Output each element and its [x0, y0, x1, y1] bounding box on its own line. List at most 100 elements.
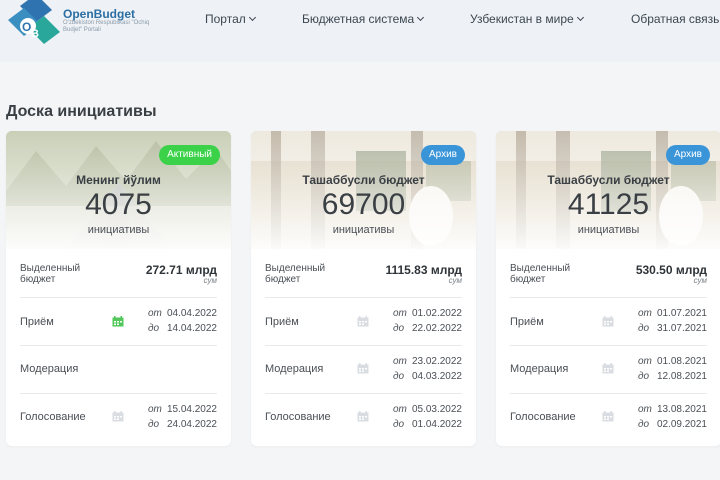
date-to-label: до	[393, 323, 405, 334]
divider	[20, 297, 217, 298]
nav-budget-system-label: Бюджетная система	[302, 12, 415, 26]
calendar-icon	[357, 411, 369, 422]
date-from-value: 23.02.2022	[411, 356, 462, 367]
svg-text:O: O	[22, 20, 31, 34]
card-name: Ташаббусли бюджет	[302, 173, 425, 187]
logo-mark-icon: O B	[8, 0, 60, 44]
initiative-count: 69700	[321, 188, 406, 221]
divider	[510, 297, 707, 298]
nav-budget-system[interactable]: Бюджетная система	[302, 12, 425, 26]
budget-label: Выделенный бюджет	[510, 263, 571, 285]
divider	[510, 345, 707, 346]
date-from-value: 13.08.2021	[656, 404, 707, 415]
date-to-label: до	[148, 419, 160, 430]
nav-uzbekistan-world-label: Узбекистан в мире	[470, 12, 574, 26]
nav-feedback[interactable]: Обратная связь	[631, 12, 719, 26]
date-to-value: 01.04.2022	[411, 419, 462, 430]
nav-uzbekistan-world[interactable]: Узбекистан в мире	[470, 12, 584, 26]
page-title: Доска инициативы	[6, 103, 157, 120]
date-to-label: до	[638, 323, 650, 334]
date-from-label: от	[393, 308, 407, 319]
date-from-label: от	[638, 404, 652, 415]
divider	[265, 345, 462, 346]
chevron-down-icon	[248, 13, 256, 22]
date-to-value: 14.04.2022	[166, 323, 217, 334]
nav-portal[interactable]: Портал	[205, 12, 256, 26]
calendar-icon	[602, 363, 614, 374]
status-badge: Активный	[159, 145, 220, 165]
calendar-icon	[112, 411, 124, 422]
budget-label: Выделенный бюджет	[265, 263, 326, 285]
date-to-label: до	[393, 371, 405, 382]
logo-title: OpenBudget	[63, 7, 135, 21]
card-name: Менинг йўлим	[76, 173, 161, 187]
chevron-down-icon	[576, 13, 584, 22]
calendar-icon	[357, 363, 369, 374]
stage-receive-label: Приём	[265, 316, 299, 328]
budget-label: Выделенный бюджет	[20, 263, 81, 285]
date-to-label: до	[393, 419, 405, 430]
initiative-unit: инициативы	[87, 224, 150, 236]
date-to-value: 04.03.2022	[411, 371, 462, 382]
date-from-value: 04.04.2022	[166, 308, 217, 319]
date-from-label: от	[638, 308, 652, 319]
budget-amount: 1115.83 млрд	[385, 263, 462, 277]
date-from-label: от	[638, 356, 652, 367]
initiative-card[interactable]: Архив Ташаббусли бюджет 69700 инициативы…	[251, 131, 476, 446]
date-from-label: от	[148, 308, 162, 319]
stage-moderation-label: Модерация	[265, 363, 324, 375]
chevron-down-icon	[417, 13, 425, 22]
date-from-value: 01.07.2021	[656, 308, 707, 319]
stage-moderation-label: Модерация	[510, 363, 569, 375]
budget-amount: 530.50 млрд	[635, 263, 707, 277]
calendar-icon	[602, 411, 614, 422]
budget-currency: сум	[448, 276, 462, 285]
date-to-value: 12.08.2021	[656, 371, 707, 382]
date-to-label: до	[148, 323, 160, 334]
stage-voting-label: Голосование	[265, 411, 331, 423]
date-to-value: 24.04.2022	[166, 419, 217, 430]
openbudget-logo[interactable]: O B OpenBudget O'zbekiston Respublikasi …	[6, 0, 149, 46]
nav-feedback-label: Обратная связь	[631, 12, 720, 26]
calendar-icon	[112, 316, 124, 327]
date-to-value: 22.02.2022	[411, 323, 462, 334]
budget-amount: 272.71 млрд	[145, 263, 217, 277]
divider	[265, 297, 462, 298]
status-badge: Архив	[665, 145, 710, 165]
date-to-value: 02.09.2021	[656, 419, 707, 430]
initiative-unit: инициативы	[332, 224, 395, 236]
date-from-value: 05.03.2022	[411, 404, 462, 415]
status-badge: Архив	[420, 145, 465, 165]
date-from-value: 01.02.2022	[411, 308, 462, 319]
divider	[20, 345, 217, 346]
initiative-card[interactable]: Активный Менинг йўлим 4075 инициативы Вы…	[6, 131, 231, 446]
date-to-label: до	[638, 419, 650, 430]
divider	[510, 393, 707, 394]
date-from-label: от	[393, 404, 407, 415]
initiative-count: 41125	[567, 188, 650, 221]
stage-moderation-label: Модерация	[20, 363, 79, 375]
card-name: Ташаббусли бюджет	[547, 173, 670, 187]
divider	[265, 393, 462, 394]
date-from-label: от	[393, 356, 407, 367]
date-from-label: от	[148, 404, 162, 415]
stage-voting-label: Голосование	[20, 411, 86, 423]
budget-currency: сум	[693, 276, 707, 285]
divider	[20, 393, 217, 394]
calendar-icon	[602, 316, 614, 327]
date-from-value: 01.08.2021	[656, 356, 707, 367]
logo-subtitle: O'zbekiston Respublikasi "Ochiq Budjet" …	[63, 20, 150, 33]
date-to-value: 31.07.2021	[656, 323, 707, 334]
nav-portal-label: Портал	[205, 12, 246, 26]
date-from-value: 15.04.2022	[166, 404, 217, 415]
stage-receive-label: Приём	[20, 316, 54, 328]
initiative-unit: инициативы	[577, 224, 640, 236]
stage-receive-label: Приём	[510, 316, 544, 328]
calendar-icon	[357, 316, 369, 327]
initiative-card[interactable]: Архив Ташаббусли бюджет 41125 инициативы…	[496, 131, 720, 446]
svg-text:B: B	[31, 28, 39, 40]
top-header: O B OpenBudget O'zbekiston Respublikasi …	[0, 0, 720, 62]
initiative-count: 4075	[85, 188, 152, 221]
date-to-label: до	[638, 371, 650, 382]
stage-voting-label: Голосование	[510, 411, 576, 423]
